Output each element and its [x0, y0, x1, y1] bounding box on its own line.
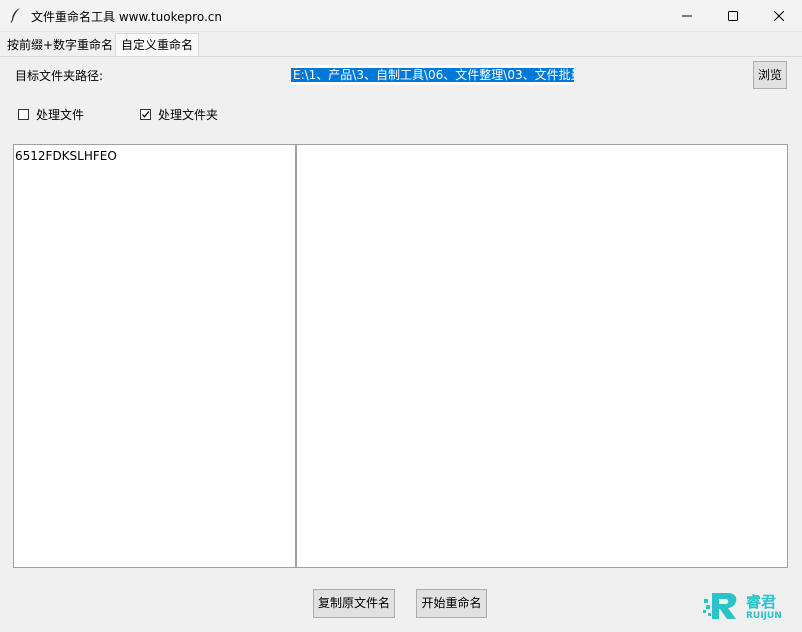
close-button[interactable]: [756, 0, 802, 31]
feather-icon: [10, 8, 20, 23]
title-bar: 文件重命名工具 www.tuokepro.cn: [0, 0, 802, 32]
path-label: 目标文件夹路径:: [15, 69, 104, 83]
copy-original-names-button[interactable]: 复制原文件名: [313, 589, 395, 618]
start-rename-button[interactable]: 开始重命名: [416, 589, 487, 618]
logo-subtext: RUIJUN: [746, 611, 782, 621]
maximize-icon: [728, 10, 738, 21]
browse-button[interactable]: 浏览: [753, 61, 787, 89]
ruijun-logo: 睿君 RUIJUN: [702, 589, 792, 625]
process-files-option[interactable]: 处理文件: [18, 107, 85, 122]
minimize-button[interactable]: [664, 0, 710, 31]
process-folders-label: 处理文件夹: [158, 107, 219, 122]
list-item[interactable]: 6512FDKSLHFEO: [14, 148, 295, 164]
original-names-list[interactable]: 6512FDKSLHFEO: [13, 144, 296, 568]
minimize-icon: [682, 15, 692, 16]
process-files-checkbox[interactable]: [18, 108, 29, 120]
tab-custom-rename[interactable]: 自定义重命名: [115, 33, 200, 56]
logo-text: 睿君: [746, 593, 777, 611]
close-icon: [774, 10, 784, 21]
process-folders-option[interactable]: 处理文件夹: [140, 107, 219, 122]
maximize-button[interactable]: [710, 0, 756, 31]
process-folders-checkbox[interactable]: [140, 108, 151, 120]
checkmark-icon: [142, 110, 150, 118]
tab-prefix-number-rename[interactable]: 按前缀+数字重命名: [2, 36, 119, 55]
process-files-label: 处理文件: [36, 107, 85, 122]
new-names-list[interactable]: [296, 144, 788, 568]
tab-bar: 按前缀+数字重命名 自定义重命名: [0, 32, 802, 57]
path-input[interactable]: E:\1、产品\3、自制工具\06、文件整理\03、文件批量: [291, 65, 574, 85]
path-input-value: E:\1、产品\3、自制工具\06、文件整理\03、文件批量: [291, 68, 574, 82]
window-title: 文件重命名工具 www.tuokepro.cn: [31, 10, 222, 24]
